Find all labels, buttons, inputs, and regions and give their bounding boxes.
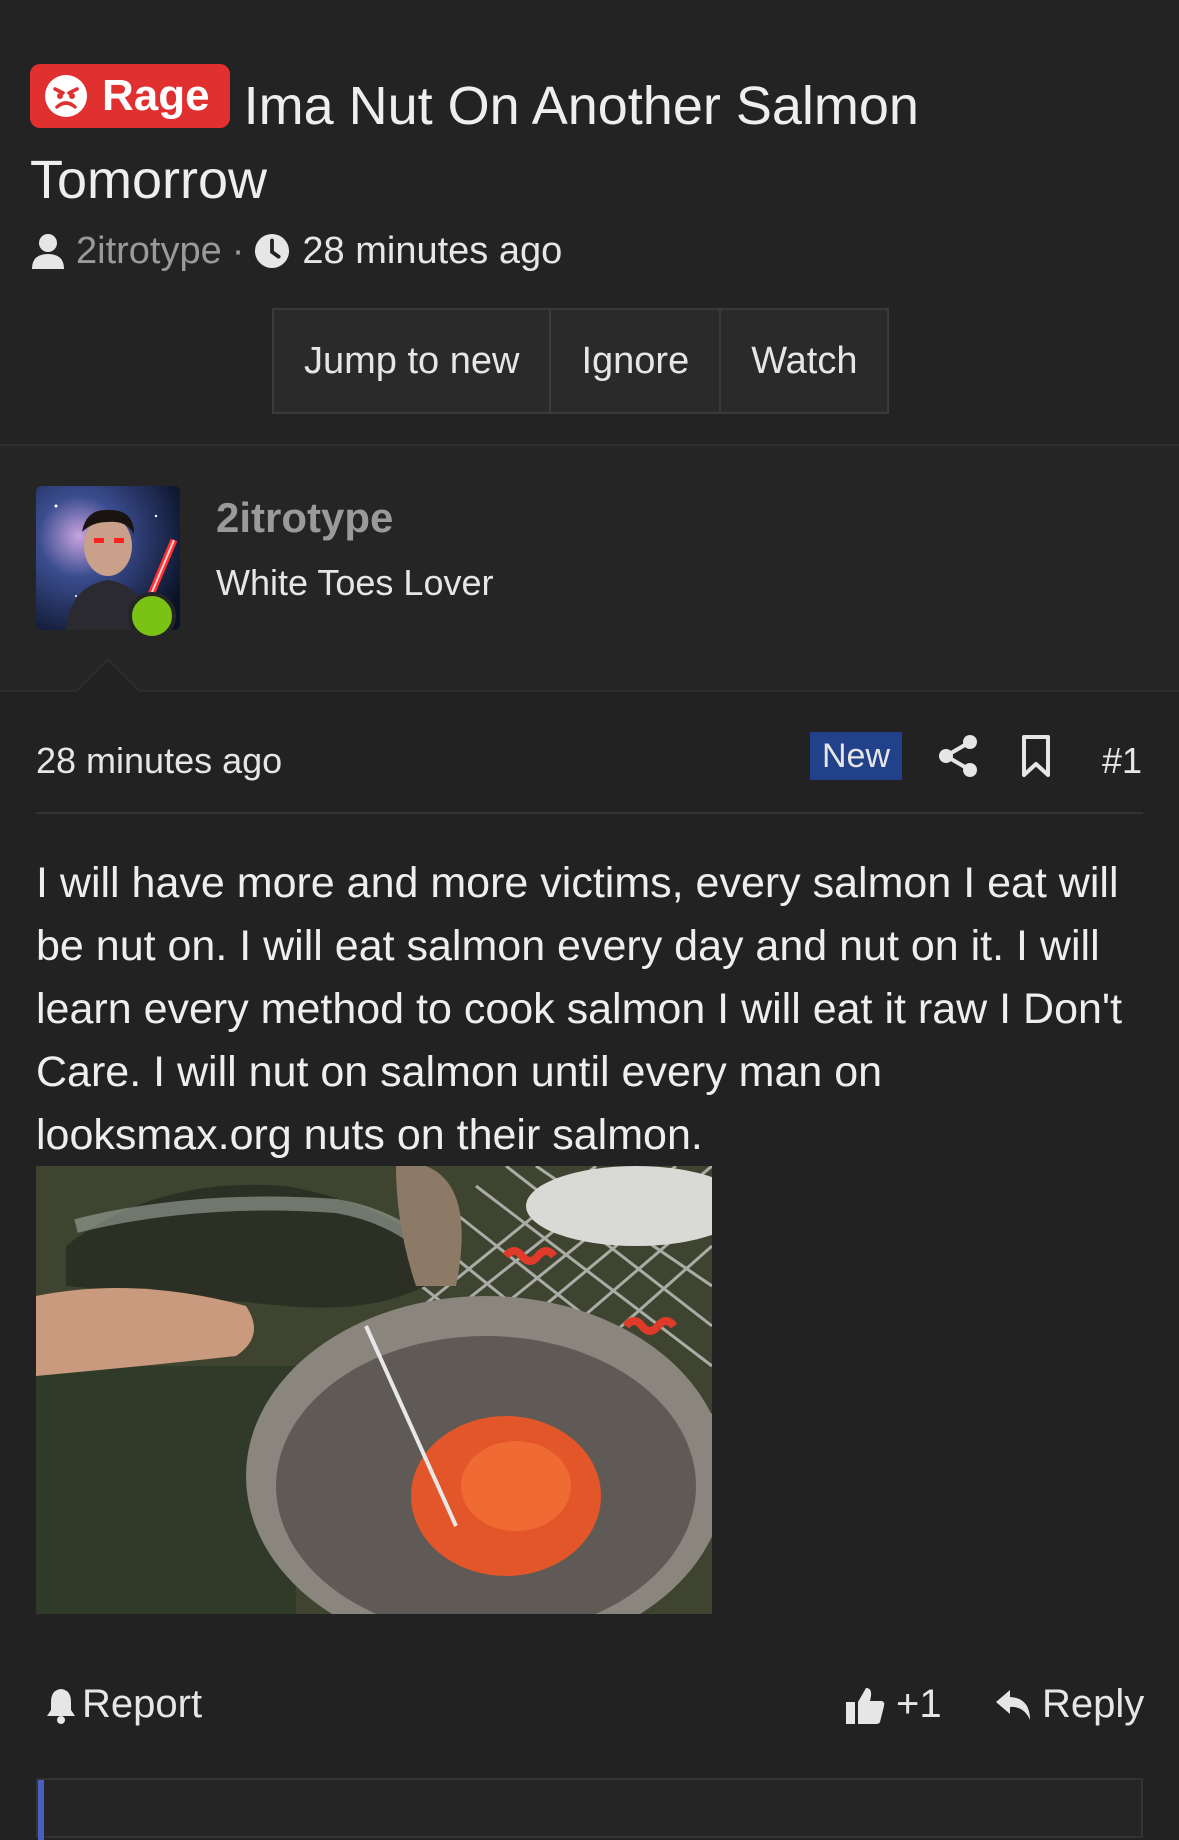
thread-meta: 2itrotype · 28 minutes ago: [30, 226, 562, 276]
thread-header: Rage Ima Nut On Another Salmon Tomorrow …: [0, 0, 1179, 444]
post-divider: [36, 812, 1143, 814]
jump-to-new-button[interactable]: Jump to new: [274, 310, 552, 412]
meta-separator: ·: [231, 229, 245, 272]
report-button[interactable]: Report: [46, 1682, 202, 1727]
post: 28 minutes ago New #1 I will have more a…: [0, 658, 1179, 1780]
thread-author-link[interactable]: 2itrotype: [76, 230, 222, 273]
reply-label: Reply: [1042, 1682, 1145, 1726]
poster-user-title: White Toes Lover: [216, 562, 494, 603]
post-image[interactable]: [36, 1166, 712, 1614]
post-pointer-inner: [76, 661, 140, 693]
ignore-button[interactable]: Ignore: [551, 310, 722, 412]
salmon-roe-photo: [36, 1166, 712, 1614]
share-icon[interactable]: [938, 734, 978, 778]
post-user-block: 2itrotype White Toes Lover: [0, 444, 1179, 690]
post-body: I will have more and more victims, every…: [36, 859, 1123, 1159]
new-badge: New: [810, 732, 903, 780]
clock-icon: [255, 233, 290, 269]
watch-button[interactable]: Watch: [721, 310, 887, 412]
thread-action-buttons: Jump to new Ignore Watch: [272, 308, 890, 414]
like-count: +1: [896, 1682, 942, 1726]
online-status-indicator: [128, 592, 176, 640]
post-number-link[interactable]: #1: [1102, 740, 1142, 782]
report-label: Report: [82, 1682, 203, 1726]
user-icon: [32, 234, 64, 269]
bookmark-icon[interactable]: [1020, 734, 1052, 778]
reply-icon: [996, 1689, 1030, 1720]
angry-face-icon: [45, 75, 87, 117]
post-time[interactable]: 28 minutes ago: [36, 740, 282, 782]
post-actions: Report +1 Reply: [36, 1682, 1144, 1742]
thread-time[interactable]: 28 minutes ago: [302, 230, 562, 273]
bell-icon: [47, 1688, 75, 1724]
poster-username[interactable]: 2itrotype: [216, 494, 393, 542]
reply-button[interactable]: Reply: [994, 1682, 1144, 1727]
rage-prefix-badge[interactable]: Rage: [30, 64, 230, 128]
prefix-label: Rage: [102, 71, 210, 120]
next-post-accent-bar: [38, 1780, 44, 1840]
post-header: 28 minutes ago New #1: [36, 728, 1143, 792]
like-button[interactable]: +1: [844, 1682, 942, 1727]
thread-title: Rage Ima Nut On Another Salmon Tomorrow: [30, 64, 1130, 217]
thumbs-up-icon: [846, 1687, 885, 1724]
next-post-preview: [36, 1778, 1143, 1840]
